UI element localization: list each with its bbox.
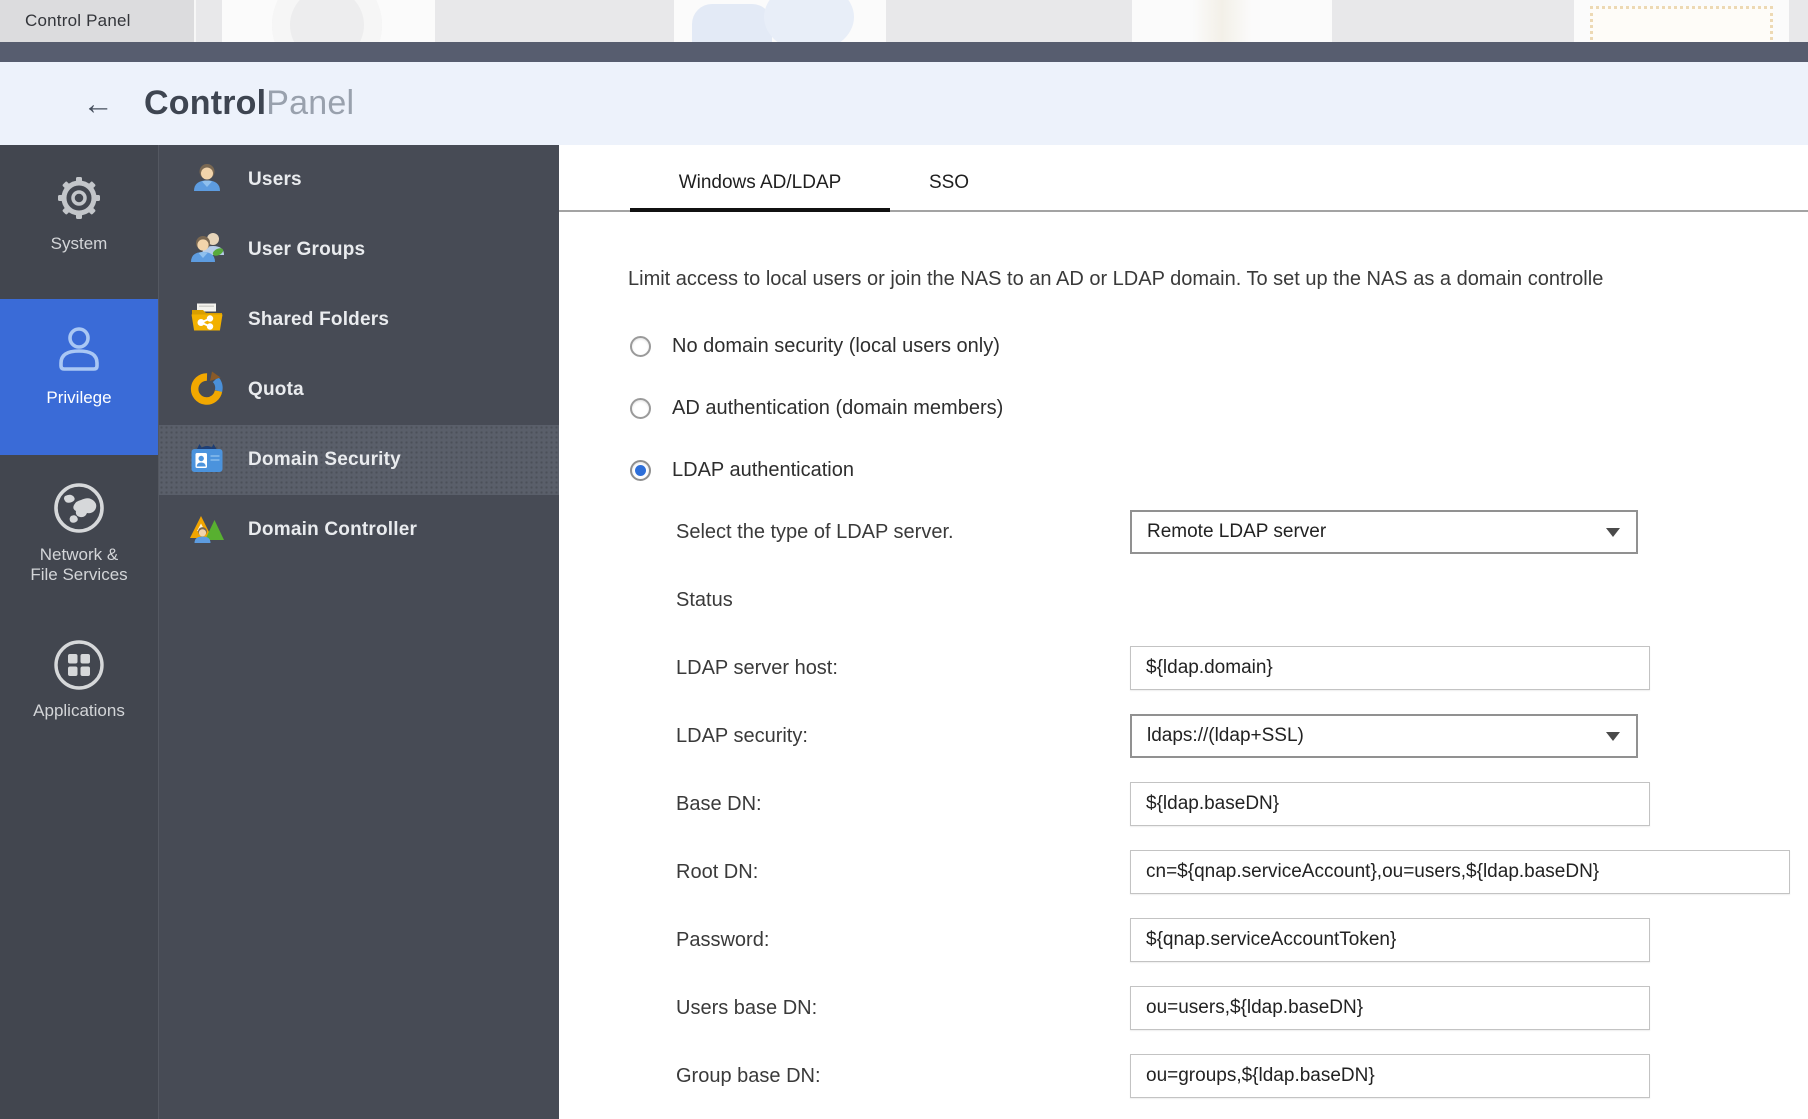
ldap-settings-form: Select the type of LDAP server. Remote L… — [559, 498, 1808, 1110]
field-label: Users base DN: — [676, 997, 1130, 1020]
badge-icon — [187, 438, 227, 483]
desktop-top-strip: Control Panel — [0, 0, 1808, 42]
radio-icon — [630, 398, 651, 419]
sidebar-item-label: Domain Controller — [248, 519, 417, 541]
quota-donut-icon — [187, 368, 227, 413]
field-label: LDAP security: — [676, 725, 1130, 748]
chevron-down-icon — [1606, 528, 1620, 537]
tab-bar: Windows AD/LDAP SSO — [559, 145, 1808, 212]
page-description: Limit access to local users or join the … — [559, 267, 1808, 291]
radio-no-domain-security[interactable]: No domain security (local users only) — [559, 315, 1808, 377]
sidebar-item-shared-folders[interactable]: Shared Folders — [159, 285, 559, 355]
field-label: Base DN: — [676, 793, 1130, 816]
background-app-icon — [674, 0, 886, 42]
back-button[interactable]: ← — [80, 86, 116, 122]
status-label: Status — [676, 589, 1130, 612]
sidebar-item-system[interactable]: System — [0, 165, 158, 285]
tab-sso[interactable]: SSO — [890, 145, 1008, 210]
user-group-icon — [187, 228, 227, 273]
background-app-icon — [1132, 0, 1332, 42]
page-title: ControlPanel — [144, 84, 354, 123]
sidebar-item-applications[interactable]: Applications — [0, 633, 158, 743]
person-icon — [50, 321, 108, 379]
root-dn-input[interactable] — [1130, 850, 1790, 894]
window-tab-label: Control Panel — [25, 11, 131, 31]
shared-folder-icon — [187, 298, 227, 343]
sidebar-item-label: Users — [248, 169, 302, 191]
field-label: LDAP server host: — [676, 657, 1130, 680]
sidebar-item-quota[interactable]: Quota — [159, 355, 559, 425]
page-title-light: Panel — [266, 84, 354, 122]
field-label: Root DN: — [676, 861, 1130, 884]
sidebar-secondary: Users User Groups — [159, 145, 559, 1119]
gear-icon — [52, 171, 106, 225]
main-content: Windows AD/LDAP SSO Limit access to loca… — [559, 145, 1808, 1119]
base-dn-input[interactable] — [1130, 782, 1650, 826]
globe-icon — [51, 480, 107, 536]
radio-ad-authentication[interactable]: AD authentication (domain members) — [559, 377, 1808, 439]
sidebar-item-label: Domain Security — [248, 449, 401, 471]
radio-selected-icon — [630, 460, 651, 481]
sidebar-item-user-groups[interactable]: User Groups — [159, 215, 559, 285]
radio-ldap-authentication[interactable]: LDAP authentication — [559, 439, 1808, 501]
sidebar-item-label: Shared Folders — [248, 309, 389, 331]
ldap-server-host-input[interactable] — [1130, 646, 1650, 690]
tab-windows-ad-ldap[interactable]: Windows AD/LDAP — [630, 145, 890, 210]
sidebar-item-users[interactable]: Users — [159, 145, 559, 215]
user-icon — [187, 158, 227, 203]
page-title-bold: Control — [144, 84, 266, 122]
back-arrow-icon: ← — [83, 86, 114, 121]
group-base-dn-input[interactable] — [1130, 1054, 1650, 1098]
sidebar-item-domain-security[interactable]: Domain Security — [159, 425, 559, 495]
sidebar-primary: System Privilege — [0, 145, 159, 1119]
ldap-security-dropdown[interactable]: ldaps://(ldap+SSL) — [1130, 714, 1638, 758]
domain-security-options: No domain security (local users only) AD… — [559, 315, 1808, 501]
window-tab-control-panel[interactable]: Control Panel — [0, 0, 196, 42]
background-app-icon — [1574, 0, 1789, 42]
field-label: Password: — [676, 929, 1130, 952]
radio-icon — [630, 336, 651, 357]
control-panel-window: Control Panel ← ControlPanel — [0, 0, 1808, 1119]
page-header: ← ControlPanel — [0, 62, 1808, 145]
field-label: Group base DN: — [676, 1065, 1130, 1088]
sidebar-item-label: Quota — [248, 379, 304, 401]
sidebar-item-label: Privilege — [46, 388, 111, 408]
password-input[interactable] — [1130, 918, 1650, 962]
sidebar-item-domain-controller[interactable]: Domain Controller — [159, 495, 559, 565]
ldap-server-type-dropdown[interactable]: Remote LDAP server — [1130, 510, 1638, 554]
window-top-border — [0, 42, 1808, 62]
sidebar-item-label: Network &File Services — [30, 545, 127, 585]
sidebar-item-network-file-services[interactable]: Network &File Services — [0, 475, 158, 605]
chevron-down-icon — [1606, 732, 1620, 741]
app-grid-icon — [52, 638, 106, 692]
field-label: Select the type of LDAP server. — [676, 521, 1130, 544]
background-gear-icon — [222, 0, 435, 42]
domain-triangles-icon — [187, 508, 227, 553]
sidebar-item-label: User Groups — [248, 239, 365, 261]
sidebar-item-label: System — [51, 234, 108, 254]
sidebar-item-privilege[interactable]: Privilege — [0, 299, 158, 455]
sidebar-item-label: Applications — [33, 701, 125, 721]
users-base-dn-input[interactable] — [1130, 986, 1650, 1030]
